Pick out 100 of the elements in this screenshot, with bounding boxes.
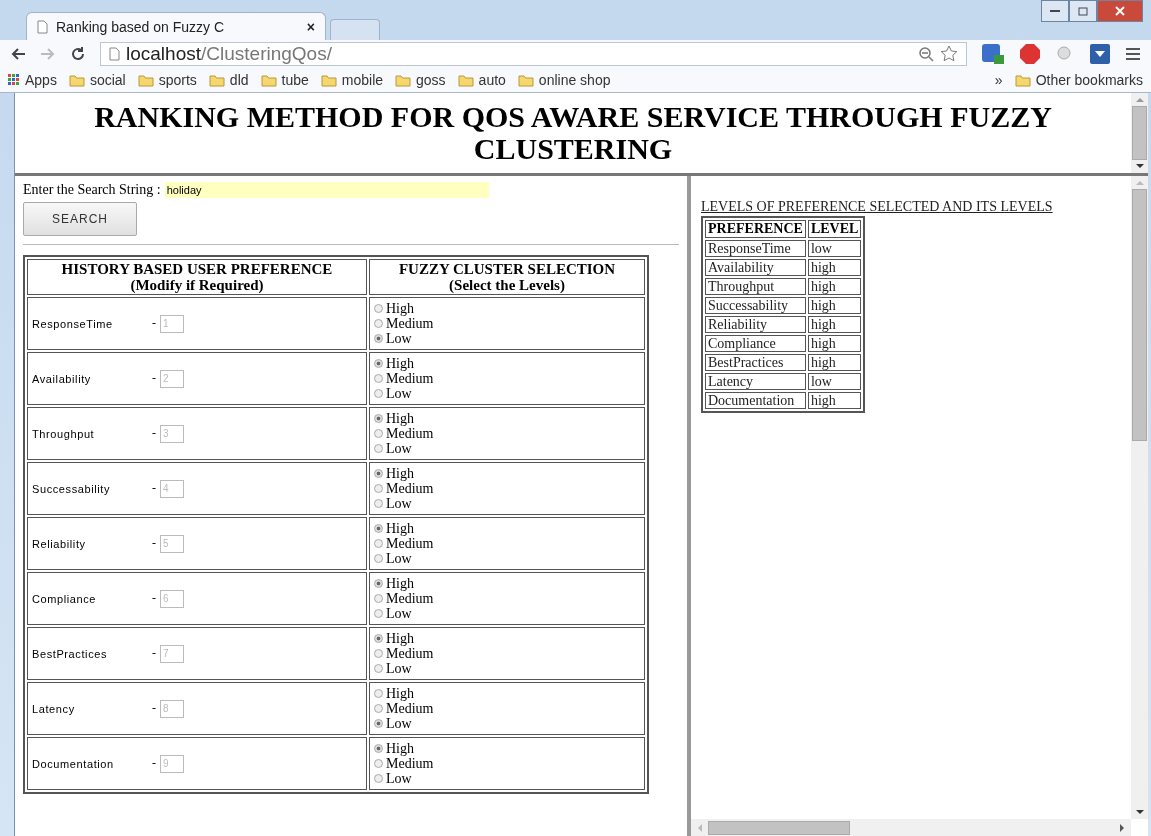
radio-button[interactable] [374,359,383,368]
radio-label: High [386,466,414,481]
reload-icon[interactable] [70,46,86,62]
radio-label: Medium [386,646,434,661]
radio-button[interactable] [374,744,383,753]
forward-icon[interactable] [40,47,56,61]
separator-dash: - [152,591,156,606]
radio-button[interactable] [374,414,383,423]
scroll-up-icon[interactable] [1135,180,1144,185]
apps-bookmark[interactable]: Apps [8,72,57,88]
column-header: LEVEL [807,220,862,238]
tab-title: Ranking based on Fuzzy C [56,18,226,35]
radio-button[interactable] [374,304,383,313]
radio-button[interactable] [374,554,383,563]
bookmark-folder[interactable]: tube [260,72,309,88]
column-header: PREFERENCE [705,220,806,238]
radio-label: High [386,576,414,591]
bookmarks-overflow-button[interactable]: » [994,72,1003,88]
table-cell: low [807,240,862,257]
tab-close-button[interactable]: × [306,18,315,35]
radio-button[interactable] [374,719,383,728]
folder-icon [395,73,412,87]
radio-button[interactable] [374,484,383,493]
search-field[interactable]: holiday [164,182,489,198]
table-cell: high [807,354,862,371]
bookmark-folder[interactable]: online shop [517,72,611,88]
back-icon[interactable] [10,47,26,61]
radio-button[interactable] [374,634,383,643]
bookmark-folder[interactable]: social [68,72,126,88]
other-bookmarks-folder[interactable]: Other bookmarks [1014,72,1143,88]
extension-icon[interactable] [981,43,1005,65]
radio-label: Medium [386,536,434,551]
bookmark-label: dld [229,72,249,88]
radio-label: High [386,356,414,371]
radio-button[interactable] [374,539,383,548]
menu-icon[interactable] [1125,47,1141,61]
radio-button[interactable] [374,429,383,438]
browser-tab[interactable]: Ranking based on Fuzzy C × [26,12,326,40]
address-bar[interactable]: localhost/ClusteringQos/ [100,42,967,66]
radio-label: Low [386,606,412,621]
radio-button[interactable] [374,594,383,603]
minimize-button[interactable] [1041,0,1069,22]
folder-icon [457,73,474,87]
radio-button[interactable] [374,649,383,658]
table-cell: high [807,259,862,276]
radio-button[interactable] [374,579,383,588]
scroll-left-icon[interactable] [697,823,702,832]
radio-button[interactable] [374,704,383,713]
scrollbar[interactable] [1131,93,1148,173]
radio-button[interactable] [374,444,383,453]
radio-button[interactable] [374,319,383,328]
column-header: HISTORY BASED USER PREFERENCE [60,261,334,277]
bookmark-label: mobile [341,72,384,88]
radio-button[interactable] [374,664,383,673]
radio-label: Medium [386,371,434,386]
radio-button[interactable] [374,524,383,533]
bookmark-label: Other bookmarks [1035,72,1143,88]
radio-button[interactable] [374,689,383,698]
folder-icon [208,73,225,87]
adblock-icon[interactable] [1019,43,1041,65]
table-cell: high [807,297,862,314]
separator-dash: - [152,646,156,661]
radio-button[interactable] [374,774,383,783]
close-button[interactable] [1097,0,1143,22]
radio-label: Medium [386,316,434,331]
bookmark-folder[interactable]: goss [395,72,446,88]
radio-label: High [386,631,414,646]
download-icon[interactable] [1089,43,1111,65]
scroll-right-icon[interactable] [1120,823,1125,832]
scroll-down-icon[interactable] [1135,810,1144,815]
scroll-down-icon[interactable] [1135,164,1144,169]
column-header: FUZZY CLUSTER SELECTION [397,261,617,277]
bookmark-folder[interactable]: sports [137,72,197,88]
radio-label: High [386,686,414,701]
radio-label: Medium [386,756,434,771]
minimize-icon [1050,9,1060,13]
zoom-icon[interactable] [918,46,934,62]
star-icon[interactable] [940,45,958,63]
new-tab-button[interactable] [330,19,380,40]
radio-button[interactable] [374,759,383,768]
scrollbar[interactable] [1131,176,1148,819]
bookmark-folder[interactable]: dld [208,72,249,88]
radio-button[interactable] [374,374,383,383]
bookmark-folder[interactable]: mobile [320,72,384,88]
radio-button[interactable] [374,389,383,398]
radio-button[interactable] [374,334,383,343]
bookmark-label: social [89,72,126,88]
separator-dash: - [152,371,156,386]
radio-button[interactable] [374,469,383,478]
bookmark-folder[interactable]: auto [457,72,506,88]
search-button[interactable]: SEARCH [23,202,137,236]
radio-button[interactable] [374,499,383,508]
radio-button[interactable] [374,609,383,618]
table-cell: Compliance [705,335,806,352]
scroll-up-icon[interactable] [1135,97,1144,102]
column-subheader: (Modify if Required) [129,277,265,293]
horizontal-scrollbar[interactable] [691,819,1131,836]
bookmark-label: online shop [538,72,611,88]
radio-label: Medium [386,426,434,441]
table-cell: Successability [705,297,806,314]
